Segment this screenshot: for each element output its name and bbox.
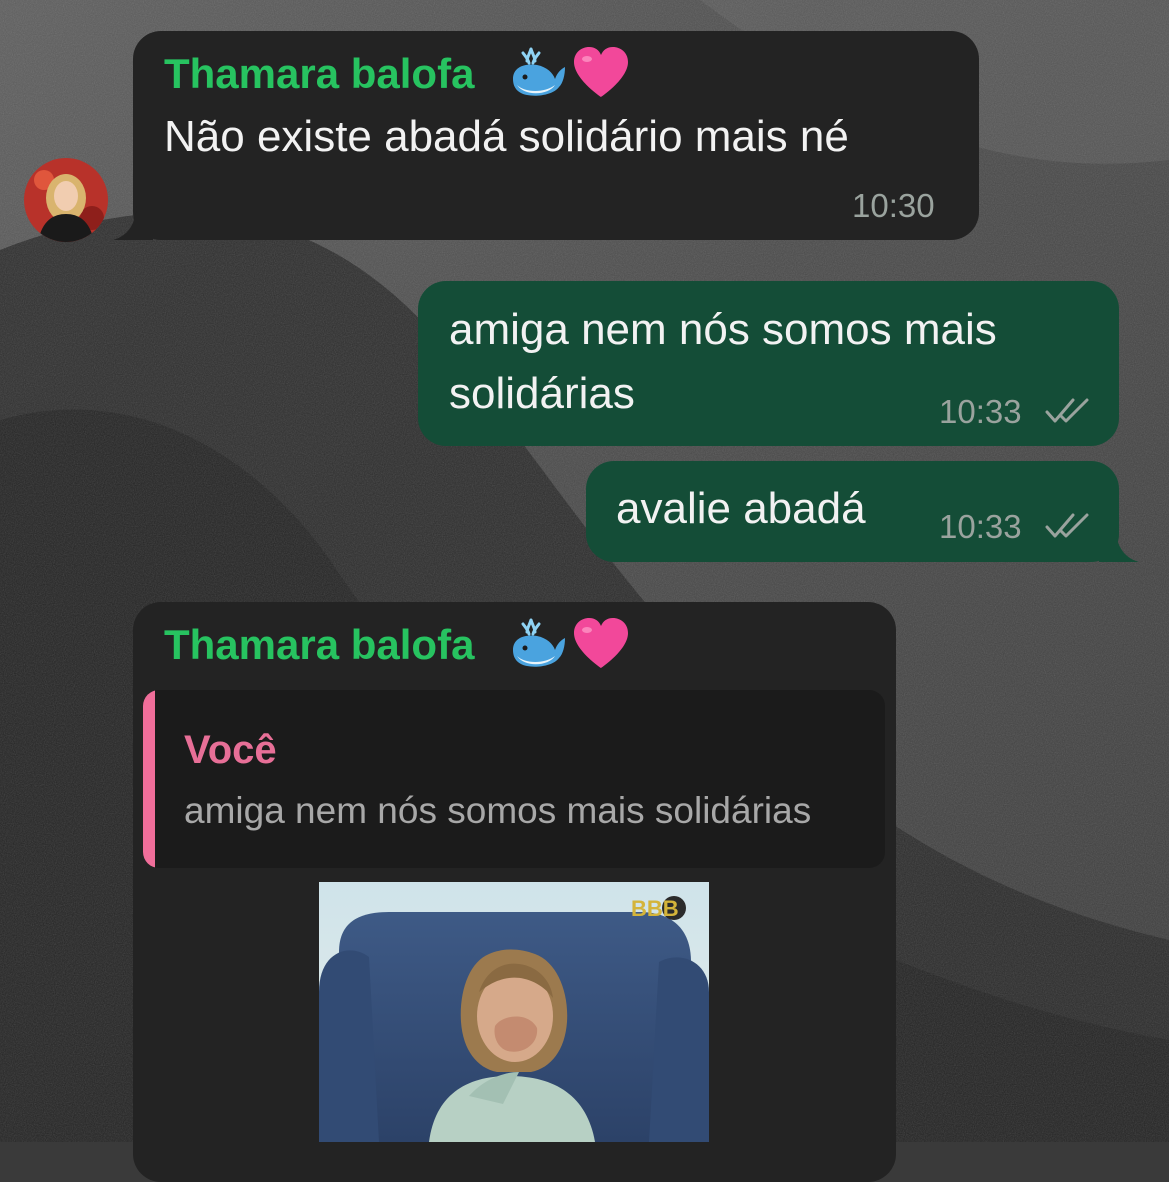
message-text: avalie abadá [616,484,866,533]
pink-heart-icon [574,47,628,97]
bubble-tail [1099,528,1139,562]
read-receipt-icon [1045,398,1089,423]
contact-avatar[interactable] [24,158,108,242]
sender-name[interactable]: Thamara balofa [164,621,474,669]
message-text-line-2: solidárias [449,369,635,418]
message-time: 10:33 [939,508,1022,545]
message-text-line-1: amiga nem nós somos mais [449,305,997,354]
message-text: Não existe abadá solidário mais né [164,112,849,161]
message-time: 10:30 [852,187,935,224]
message-time: 10:33 [939,393,1022,430]
quote-accent-bar [143,690,155,868]
quoted-reply[interactable]: Você amiga nem nós somos mais solidárias [143,690,885,868]
bbb-watermark: BBB [631,896,679,921]
quote-text: amiga nem nós somos mais solidárias [184,790,812,831]
pink-heart-icon [574,618,628,668]
bubble-tail [113,206,153,240]
sender-name[interactable]: Thamara balofa [164,50,474,98]
whale-icon [513,618,565,667]
read-receipt-icon [1045,513,1089,538]
gif-media[interactable]: BBB [319,882,709,1142]
whale-icon [513,47,565,96]
quote-author: Você [184,728,277,772]
